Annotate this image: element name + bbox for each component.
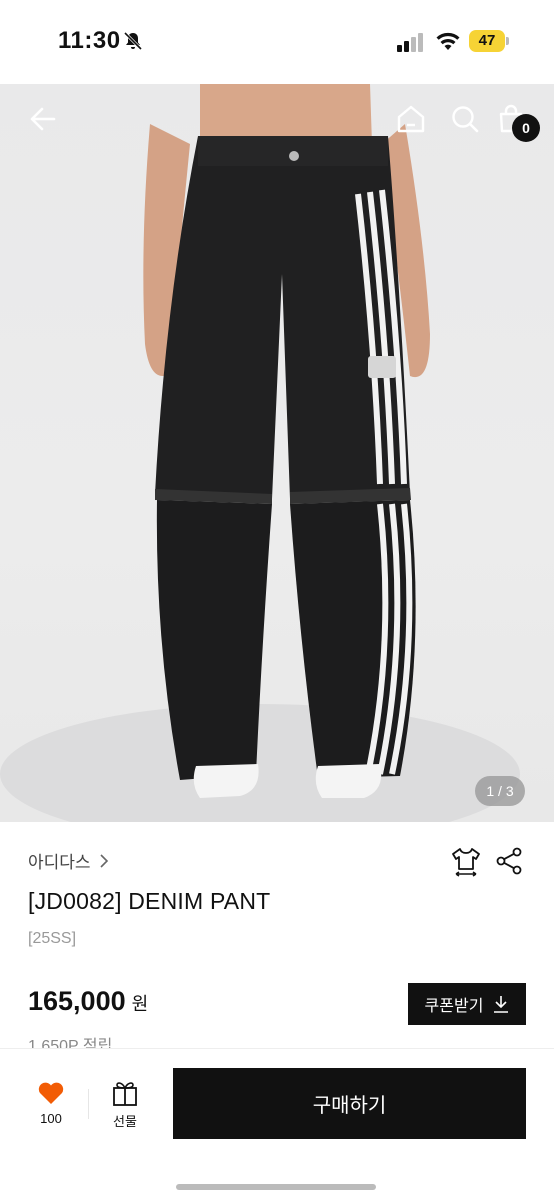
status-bar: 11:30 47 xyxy=(0,0,554,84)
cart-count-badge[interactable]: 0 xyxy=(512,114,540,142)
brand-link[interactable]: 아디다스 xyxy=(28,848,109,873)
price-unit: 원 xyxy=(131,994,149,1014)
battery-indicator: 47 xyxy=(469,30,509,52)
home-icon[interactable] xyxy=(396,104,426,134)
buy-button[interactable]: 구매하기 xyxy=(173,1068,526,1139)
heart-icon xyxy=(38,1082,64,1104)
brand-name: 아디다스 xyxy=(28,853,91,872)
product-title: [JD0082] DENIM PANT xyxy=(28,888,271,914)
price-value: 165,000 xyxy=(28,986,126,1016)
gift-label: 선물 xyxy=(113,1114,137,1129)
share-icon[interactable] xyxy=(494,846,524,876)
bell-slash-icon xyxy=(123,31,143,51)
gift-button[interactable]: 선물 xyxy=(100,1079,150,1130)
download-icon xyxy=(494,996,509,1013)
back-icon[interactable] xyxy=(28,104,58,134)
coupon-label: 쿠폰받기 xyxy=(424,998,484,1015)
coupon-button[interactable]: 쿠폰받기 xyxy=(408,983,526,1025)
home-indicator xyxy=(176,1184,376,1190)
like-button[interactable]: 100 xyxy=(24,1079,78,1126)
image-counter: 1 / 3 xyxy=(475,776,525,806)
battery-tip xyxy=(506,37,509,45)
points-earned: 1,650P 적립 xyxy=(28,1038,113,1048)
like-count: 100 xyxy=(40,1111,62,1126)
price: 165,000 원 xyxy=(28,986,148,1017)
signal-icon xyxy=(397,33,423,52)
product-image xyxy=(0,84,520,822)
battery-level: 47 xyxy=(469,30,505,52)
chevron-right-icon xyxy=(99,853,108,868)
status-time: 11:30 xyxy=(58,27,121,54)
product-season: [25SS] xyxy=(28,930,77,947)
shirt-size-icon[interactable] xyxy=(450,846,482,878)
bottom-action-bar: 100 선물 구매하기 xyxy=(0,1048,554,1200)
buy-label: 구매하기 xyxy=(312,1095,387,1117)
product-image-carousel[interactable]: 0 1 / 3 xyxy=(0,84,554,822)
wifi-icon xyxy=(436,32,460,50)
search-icon[interactable] xyxy=(450,104,480,134)
divider xyxy=(88,1089,89,1119)
gift-icon xyxy=(113,1082,137,1106)
